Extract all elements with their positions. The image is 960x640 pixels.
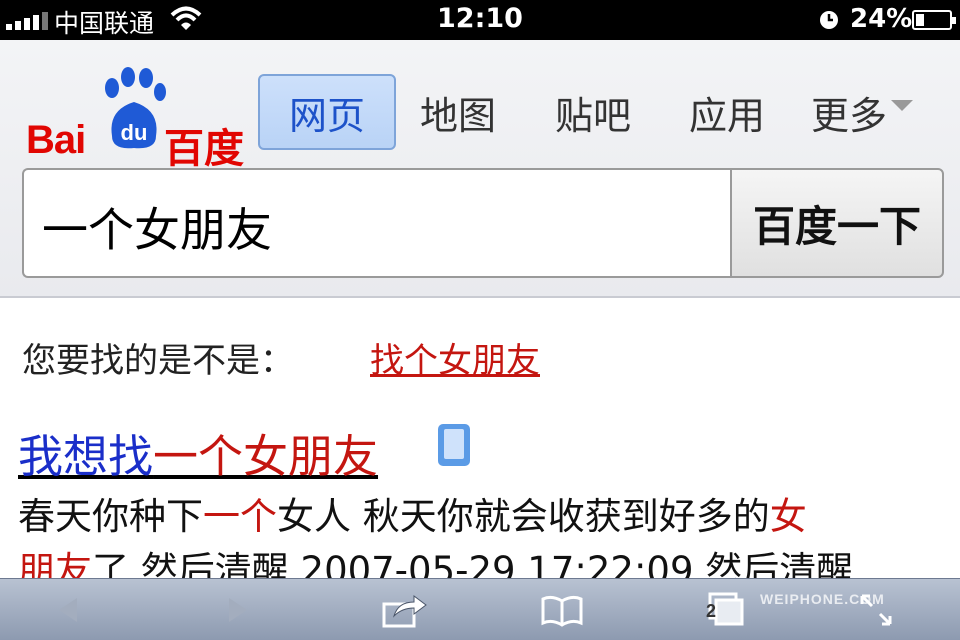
fullscreen-button[interactable]: [836, 579, 916, 640]
back-button[interactable]: [28, 579, 108, 640]
result-title-part2: 一个女朋友: [153, 430, 379, 483]
search-header: Bai du 百度 网页 地图 贴吧 应用 更多 一个女朋友 百度一下: [0, 40, 960, 298]
snippet-highlight: 女: [769, 495, 807, 538]
did-you-mean: 您要找的是不是： 找个女朋友: [22, 333, 540, 382]
share-button[interactable]: [364, 579, 444, 640]
mobile-page-icon: [438, 424, 470, 466]
battery-icon: [912, 10, 956, 30]
share-icon: [382, 595, 427, 628]
snippet-highlight: 一个: [203, 495, 277, 538]
logo-text-baidu-cn: 百度: [164, 126, 244, 172]
watermark: WEIPHONE.COM: [760, 591, 885, 607]
tab-count: 2: [706, 601, 717, 621]
logo-text-du: du: [121, 120, 148, 145]
tab-more[interactable]: 更多: [802, 74, 922, 150]
alarm-clock-icon: [820, 11, 838, 29]
chevron-down-icon: [891, 99, 913, 111]
battery-percent: 24%: [850, 4, 913, 34]
tab-apps[interactable]: 应用: [672, 74, 782, 150]
result-title-link[interactable]: 我想找一个女朋友: [18, 420, 378, 485]
did-you-mean-label: 您要找的是不是：: [22, 341, 294, 381]
result-title-part1: 我想找: [18, 430, 154, 483]
browser-toolbar: 2 WEIPHONE.COM: [0, 578, 960, 640]
bookmarks-icon: [541, 595, 583, 627]
suggestion-link[interactable]: 找个女朋友: [370, 333, 540, 382]
tab-web[interactable]: 网页: [258, 74, 396, 150]
forward-icon: [229, 598, 247, 622]
paw-icon: du: [105, 67, 166, 149]
category-tabs: 网页 地图 贴吧 应用 更多: [258, 74, 922, 150]
search-button[interactable]: 百度一下: [730, 168, 944, 278]
status-bar: 中国联通 12:10 24%: [0, 0, 960, 40]
forward-button[interactable]: [198, 579, 278, 640]
bookmarks-button[interactable]: [522, 579, 602, 640]
tabs-button[interactable]: 2: [686, 579, 766, 640]
baidu-logo[interactable]: Bai du 百度: [26, 66, 246, 172]
result-snippet-line1: 春天你种下一个女人 秋天你就会收获到好多的女: [18, 486, 807, 540]
tab-more-label: 更多: [810, 93, 887, 138]
snippet-text: 春天你种下: [18, 495, 203, 538]
tab-tieba[interactable]: 贴吧: [538, 74, 648, 150]
tab-map[interactable]: 地图: [398, 74, 518, 150]
search-input[interactable]: 一个女朋友: [22, 168, 732, 278]
logo-text-bai: Bai: [26, 118, 86, 162]
snippet-text: 女人 秋天你就会收获到好多的: [277, 495, 770, 538]
back-icon: [59, 598, 77, 622]
clock: 12:10: [437, 3, 523, 34]
